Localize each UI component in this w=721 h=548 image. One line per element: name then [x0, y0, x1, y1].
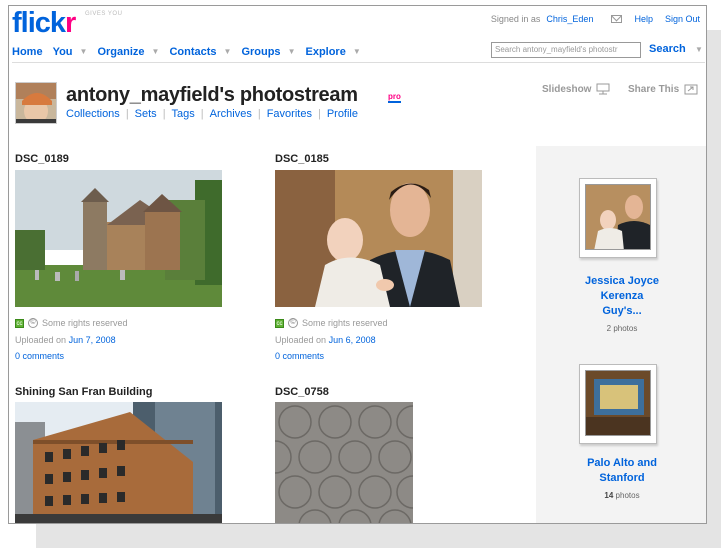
slideshow-button[interactable]: Slideshow: [542, 83, 610, 95]
pro-badge[interactable]: pro: [388, 92, 401, 103]
upload-date: Uploaded on Jun 6, 2008: [275, 335, 376, 345]
upload-date-link[interactable]: Jun 6, 2008: [329, 335, 376, 345]
separator: |: [257, 108, 261, 120]
comments-link[interactable]: 0 comments: [15, 351, 64, 361]
comments-link[interactable]: 0 comments: [275, 351, 324, 361]
upload-date-link[interactable]: Jun 7, 2008: [69, 335, 116, 345]
set-photo-count: 14 photos: [604, 491, 640, 500]
search-input[interactable]: Search antony_mayfield's photostr: [491, 42, 641, 58]
photo-title[interactable]: Shining San Fran Building: [15, 386, 153, 398]
subnav-archives[interactable]: Archives: [210, 108, 252, 120]
chevron-down-icon[interactable]: ▼: [80, 47, 88, 56]
set-thumbnail[interactable]: [579, 178, 657, 258]
slideshow-icon: [596, 83, 610, 95]
nav-groups[interactable]: Groups ▼: [241, 46, 295, 58]
nav-home[interactable]: Home: [12, 46, 43, 58]
subnav-profile[interactable]: Profile: [327, 108, 358, 120]
nav-you[interactable]: You ▼: [53, 46, 88, 58]
cc-license-icon: cc: [275, 318, 284, 328]
license-info[interactable]: cc © Some rights reserved: [15, 318, 128, 328]
sign-out-link[interactable]: Sign Out: [665, 14, 700, 24]
chevron-down-icon[interactable]: ▼: [224, 47, 232, 56]
photo-title[interactable]: DSC_0185: [275, 153, 329, 165]
help-link[interactable]: Help: [634, 14, 653, 24]
photo-title[interactable]: DSC_0758: [275, 386, 329, 398]
upload-date: Uploaded on Jun 7, 2008: [15, 335, 116, 345]
set-title[interactable]: Jessica Joyce Kerenza Guy's...: [536, 274, 706, 319]
signed-in-username[interactable]: Chris_Eden: [546, 14, 593, 24]
separator: |: [162, 108, 166, 120]
flickr-logo[interactable]: flickr: [12, 6, 76, 40]
photo-building[interactable]: [15, 402, 222, 523]
logo-tagline: GIVES YOU: [85, 11, 123, 17]
search-button[interactable]: Search: [649, 43, 686, 55]
avatar[interactable]: [15, 82, 57, 124]
subnav-collections[interactable]: Collections: [66, 108, 120, 120]
page-title: antony_mayfield's photostream: [66, 84, 358, 106]
window-shadow-bottom: [36, 524, 721, 548]
nav-contacts[interactable]: Contacts ▼: [169, 46, 231, 58]
rights-icon: ©: [28, 318, 38, 328]
set-thumbnail[interactable]: [579, 364, 657, 444]
subnav-favorites[interactable]: Favorites: [267, 108, 312, 120]
subnav-tags[interactable]: Tags: [172, 108, 195, 120]
share-icon: [684, 84, 698, 95]
browser-page: flickr GIVES YOU Signed in as Chris_Eden…: [8, 5, 707, 524]
chevron-down-icon[interactable]: ▼: [695, 45, 703, 54]
license-info[interactable]: cc © Some rights reserved: [275, 318, 388, 328]
window-shadow-right: [707, 30, 721, 548]
photo-pavement[interactable]: [275, 402, 413, 523]
separator: |: [200, 108, 204, 120]
chevron-down-icon[interactable]: ▼: [353, 47, 361, 56]
account-bar: Signed in as Chris_Eden Help Sign Out: [491, 14, 700, 24]
sets-sidebar: Jessica Joyce Kerenza Guy's... 2 photos …: [536, 146, 706, 523]
mail-icon[interactable]: [611, 15, 623, 23]
share-this-button[interactable]: Share This: [628, 83, 698, 95]
chevron-down-icon[interactable]: ▼: [152, 47, 160, 56]
set-title[interactable]: Palo Alto and Stanford: [536, 456, 706, 486]
nav-explore[interactable]: Explore ▼: [305, 46, 360, 58]
main-nav: Home You ▼ Organize ▼ Contacts ▼ Groups ▼ Ex…: [12, 41, 705, 63]
photostream-subnav: Collections | Sets | Tags | Archives | Favor…: [66, 108, 358, 120]
rights-icon: ©: [288, 318, 298, 328]
set-photo-count: 2 photos: [606, 324, 638, 333]
subnav-sets[interactable]: Sets: [135, 108, 157, 120]
photo-church[interactable]: [15, 170, 222, 307]
cc-license-icon: cc: [15, 318, 24, 328]
photo-father-baby[interactable]: [275, 170, 482, 307]
separator: |: [125, 108, 129, 120]
chevron-down-icon[interactable]: ▼: [288, 47, 296, 56]
separator: |: [317, 108, 321, 120]
photo-title[interactable]: DSC_0189: [15, 153, 69, 165]
nav-organize[interactable]: Organize ▼: [97, 46, 159, 58]
signed-in-label: Signed in as: [490, 14, 541, 24]
